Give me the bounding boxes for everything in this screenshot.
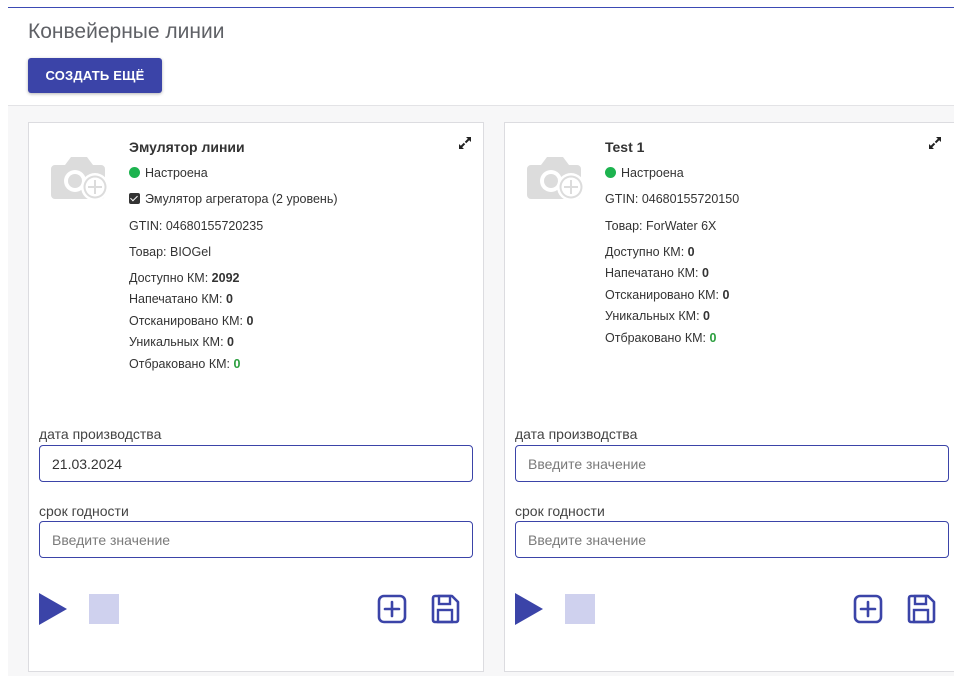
play-icon[interactable] [39, 593, 67, 625]
available-row: Доступно КМ: 2092 [129, 271, 239, 285]
printed-value: 0 [702, 266, 709, 280]
available-value: 0 [687, 245, 695, 259]
add-square-icon[interactable] [852, 593, 884, 625]
add-photo-icon[interactable] [47, 147, 111, 205]
printed-label: Напечатано КМ: [129, 292, 223, 306]
printed-label: Напечатано КМ: [605, 266, 699, 280]
create-more-button[interactable]: СОЗДАТЬ ЕЩЁ [28, 58, 162, 93]
gtin-value: 04680155720150 [641, 192, 740, 206]
add-photo-icon[interactable] [523, 147, 587, 205]
status-text: Настроена [621, 166, 684, 180]
production-date-input[interactable] [515, 445, 949, 482]
stop-icon[interactable] [565, 594, 595, 624]
scanned-value: 0 [722, 288, 730, 302]
gtin-label: GTIN: [605, 192, 639, 206]
unique-label: Уникальных КМ: [129, 335, 224, 349]
gtin-row: GTIN: 04680155720235 [129, 219, 263, 233]
stop-icon[interactable] [89, 594, 119, 624]
add-square-icon[interactable] [376, 593, 408, 625]
line-card: Эмулятор линии Настроена Эмулятор агрега… [28, 122, 484, 672]
line-card: Test 1 Настроена GTIN: 04680155720150 То… [504, 122, 954, 672]
unique-row: Уникальных КМ: 0 [605, 309, 710, 323]
printed-value: 0 [226, 292, 233, 306]
product-row: Товар: BIOGel [129, 245, 211, 259]
line-name: Эмулятор линии [129, 139, 245, 155]
scanned-label: Отсканировано КМ: [129, 314, 243, 328]
gtin-label: GTIN: [129, 219, 163, 233]
page-title: Конвейерные линии [28, 20, 225, 43]
unique-label: Уникальных КМ: [605, 309, 700, 323]
rejected-row: Отбраковано КМ: 0 [129, 357, 240, 371]
expand-icon[interactable] [927, 135, 943, 151]
status-dot-icon [605, 167, 616, 178]
status-text: Настроена [145, 166, 208, 180]
available-row: Доступно КМ: 0 [605, 245, 695, 259]
rejected-row: Отбраковано КМ: 0 [605, 331, 716, 345]
aggregator-row: Эмулятор агрегатора (2 уровень) [129, 192, 338, 206]
scanned-value: 0 [246, 314, 254, 328]
printed-row: Напечатано КМ: 0 [605, 266, 709, 280]
product-value: BIOGel [169, 245, 211, 259]
gtin-value: 04680155720235 [165, 219, 264, 233]
line-name: Test 1 [605, 139, 645, 155]
status-row: Настроена [129, 166, 208, 180]
available-value: 2092 [211, 271, 240, 285]
aggregator-text: Эмулятор агрегатора (2 уровень) [145, 192, 338, 206]
scanned-label: Отсканировано КМ: [605, 288, 719, 302]
scanned-row: Отсканировано КМ: 0 [129, 314, 253, 328]
product-label: Товар: [129, 245, 167, 259]
top-divider [8, 7, 954, 8]
expiry-label: срок годности [515, 503, 605, 519]
rejected-value: 0 [233, 357, 241, 371]
production-date-input[interactable] [39, 445, 473, 482]
unique-value: 0 [227, 335, 234, 349]
production-date-label: дата производства [515, 426, 638, 442]
expiry-input[interactable] [515, 521, 949, 558]
gtin-row: GTIN: 04680155720150 [605, 192, 739, 206]
unique-row: Уникальных КМ: 0 [129, 335, 234, 349]
save-icon[interactable] [905, 593, 937, 625]
production-date-label: дата производства [39, 426, 162, 442]
status-row: Настроена [605, 166, 684, 180]
product-value: ForWater 6X [645, 219, 717, 233]
available-label: Доступно КМ: [129, 271, 209, 285]
available-label: Доступно КМ: [605, 245, 685, 259]
printed-row: Напечатано КМ: 0 [129, 292, 233, 306]
unique-value: 0 [703, 309, 710, 323]
expiry-input[interactable] [39, 521, 473, 558]
expiry-label: срок годности [39, 503, 129, 519]
product-row: Товар: ForWater 6X [605, 219, 716, 233]
rejected-label: Отбраковано КМ: [605, 331, 707, 345]
product-label: Товар: [605, 219, 643, 233]
save-icon[interactable] [429, 593, 461, 625]
rejected-value: 0 [709, 331, 717, 345]
play-icon[interactable] [515, 593, 543, 625]
expand-icon[interactable] [457, 135, 473, 151]
checkbox-icon [129, 193, 140, 204]
status-dot-icon [129, 167, 140, 178]
rejected-label: Отбраковано КМ: [129, 357, 231, 371]
scanned-row: Отсканировано КМ: 0 [605, 288, 729, 302]
